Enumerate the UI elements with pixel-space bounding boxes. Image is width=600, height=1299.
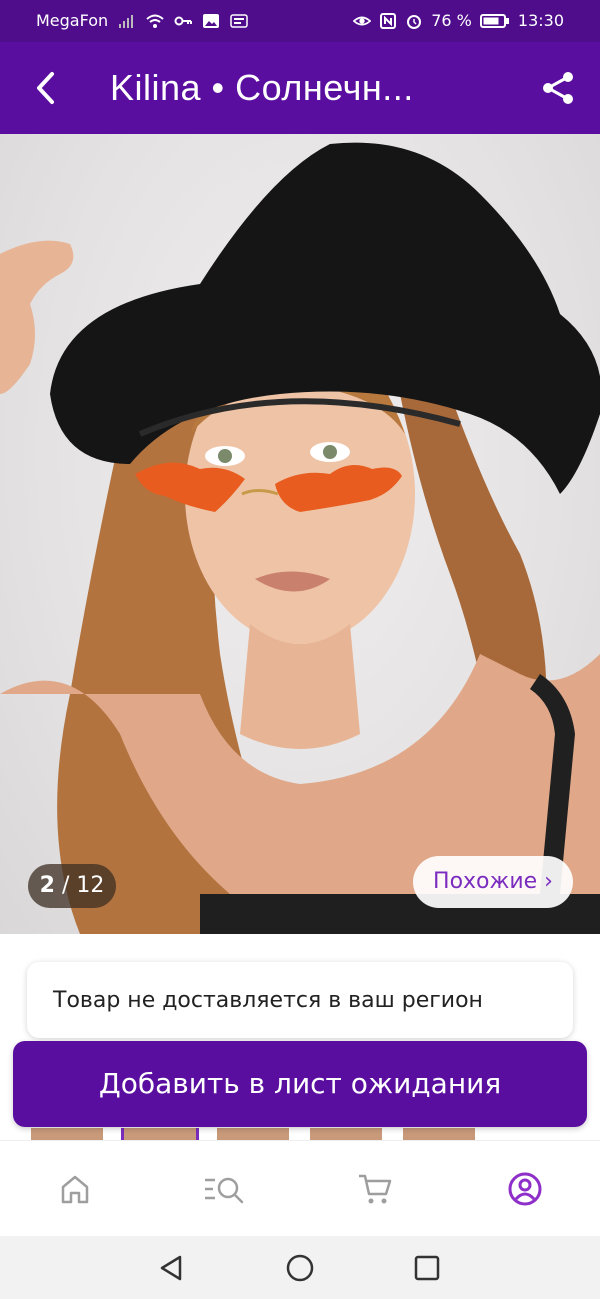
status-left: MegaFon (36, 11, 248, 30)
delivery-notice-text: Товар не доставляется в ваш регион (53, 987, 483, 1013)
nav-recents-button[interactable] (411, 1252, 443, 1284)
signal-icon (119, 14, 134, 28)
tab-cart[interactable] (353, 1167, 397, 1211)
alarm-icon (407, 14, 422, 29)
catalog-search-icon (205, 1177, 244, 1204)
status-right: 76 % 13:30 (353, 11, 564, 30)
back-button[interactable] (22, 64, 70, 112)
share-button[interactable] (534, 64, 582, 112)
system-nav-bar (0, 1236, 600, 1299)
profile-icon (508, 1172, 542, 1206)
nav-home-button[interactable] (284, 1252, 316, 1284)
nfc-icon (380, 12, 397, 29)
battery-icon (479, 13, 509, 28)
share-icon (543, 72, 573, 104)
nav-home-icon (286, 1254, 314, 1282)
bottom-tab-bar (0, 1140, 600, 1237)
product-gallery[interactable]: 2 / 12 Похожие › (0, 134, 600, 934)
delivery-notice: Товар не доставляется в ваш регион (27, 962, 573, 1038)
app-bar: Kilina • Солнечн... (0, 42, 600, 134)
nav-back-button[interactable] (155, 1252, 187, 1284)
cart-icon (359, 1174, 392, 1204)
image-counter: 2 / 12 (28, 864, 116, 908)
page-title: Kilina • Солнечн... (110, 67, 414, 108)
battery-percent: 76 % (431, 11, 472, 30)
image-counter-current: 2 (39, 873, 55, 898)
wifi-icon (146, 14, 164, 28)
nav-recents-icon (414, 1255, 440, 1281)
app-notification-icon (230, 13, 248, 28)
key-icon (174, 16, 193, 25)
status-bar: MegaFon 76 % 13:30 (0, 0, 600, 42)
home-icon (61, 1175, 89, 1204)
image-counter-separator: / (54, 873, 77, 898)
nav-back-icon (160, 1255, 182, 1281)
image-counter-total: 12 (76, 873, 105, 898)
carrier-label: MegaFon (36, 11, 109, 30)
back-arrow-icon (37, 72, 54, 104)
clock: 13:30 (517, 11, 564, 30)
tab-profile[interactable] (503, 1167, 547, 1211)
eye-icon (353, 16, 372, 25)
add-to-waitlist-button[interactable]: Добавить в лист ожидания (13, 1041, 587, 1127)
tab-home[interactable] (53, 1167, 97, 1211)
tab-catalog-search[interactable] (202, 1167, 246, 1211)
gallery-notification-icon (203, 13, 220, 28)
product-photo (0, 142, 600, 934)
similar-button[interactable]: Похожие › (413, 856, 573, 908)
